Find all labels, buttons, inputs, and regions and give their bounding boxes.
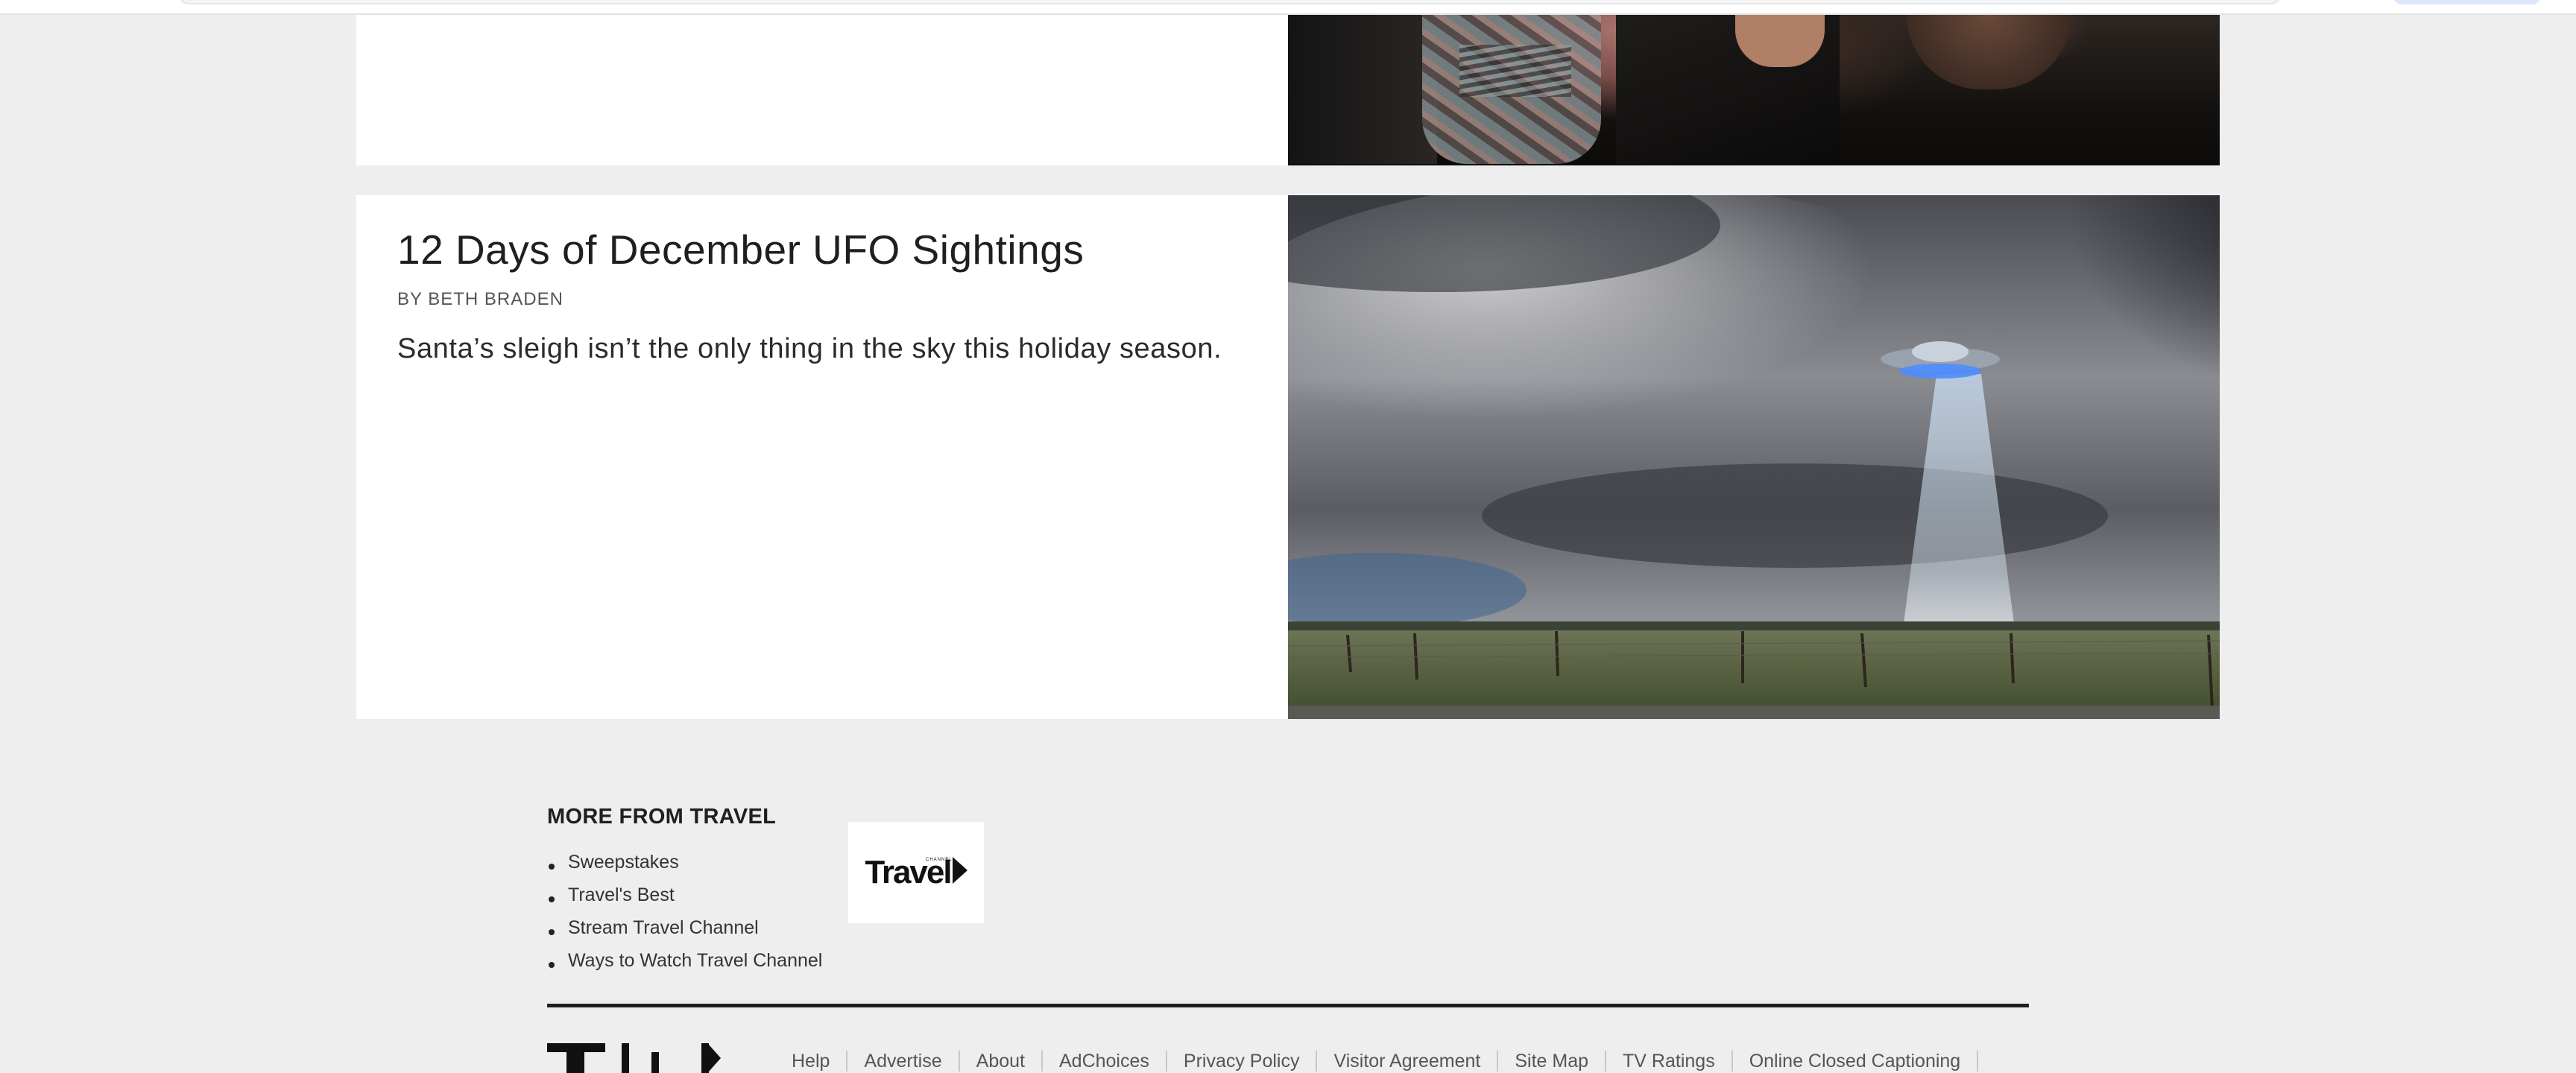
footer-divider bbox=[547, 1004, 2029, 1007]
more-from-section: MORE FROM TRAVEL Sweepstakes Travel's Be… bbox=[547, 805, 2030, 977]
more-from-link[interactable]: Stream Travel Channel bbox=[547, 911, 2030, 944]
footer-link-site-map[interactable]: Site Map bbox=[1498, 1051, 1607, 1072]
article-description: Santa’s sleigh isn’t the only thing in t… bbox=[397, 333, 1222, 364]
more-from-title: MORE FROM TRAVEL bbox=[547, 805, 777, 829]
more-from-list: Sweepstakes Travel's Best Stream Travel … bbox=[547, 846, 2030, 977]
travel-channel-logo[interactable]: Travel CHANNEL bbox=[848, 822, 984, 923]
footer-link-advertise[interactable]: Advertise bbox=[847, 1051, 960, 1072]
article-card[interactable]: 12 Days of December UFO Sightings BY BET… bbox=[356, 195, 2220, 719]
footer-link-adchoices[interactable]: AdChoices bbox=[1043, 1051, 1167, 1072]
brand-logo-sub: CHANNEL bbox=[926, 858, 953, 862]
more-from-link[interactable]: Ways to Watch Travel Channel bbox=[547, 944, 2030, 977]
article-text: 12 Days of December UFO Sightings BY BET… bbox=[397, 195, 1254, 367]
play-arrow-icon bbox=[952, 857, 967, 884]
article-image[interactable] bbox=[1288, 195, 2220, 719]
footer-links: Help Advertise About AdChoices Privacy P… bbox=[775, 1051, 1979, 1072]
footer-link-about[interactable]: About bbox=[960, 1051, 1043, 1072]
article-image[interactable] bbox=[1288, 15, 2220, 165]
footer-link-privacy-policy[interactable]: Privacy Policy bbox=[1167, 1051, 1318, 1072]
top-navigation-bar bbox=[0, 0, 2576, 15]
article-card[interactable] bbox=[356, 15, 2220, 165]
article-headline[interactable]: 12 Days of December UFO Sightings bbox=[397, 225, 1254, 274]
footer-link-online-closed-captioning[interactable]: Online Closed Captioning bbox=[1733, 1051, 1979, 1072]
footer-travel-logo[interactable] bbox=[547, 1043, 726, 1073]
more-from-link[interactable]: Sweepstakes bbox=[547, 846, 2030, 879]
ufo-photo bbox=[1288, 195, 2220, 719]
header-action-button[interactable] bbox=[2393, 0, 2542, 4]
footer-link-tv-ratings[interactable]: TV Ratings bbox=[1606, 1051, 1733, 1072]
more-from-link[interactable]: Travel's Best bbox=[547, 879, 2030, 911]
footer-link-visitor-agreement[interactable]: Visitor Agreement bbox=[1317, 1051, 1499, 1072]
footer-link-help[interactable]: Help bbox=[775, 1051, 848, 1072]
search-bar[interactable] bbox=[179, 0, 2281, 4]
article-byline: BY BETH BRADEN bbox=[397, 289, 564, 309]
